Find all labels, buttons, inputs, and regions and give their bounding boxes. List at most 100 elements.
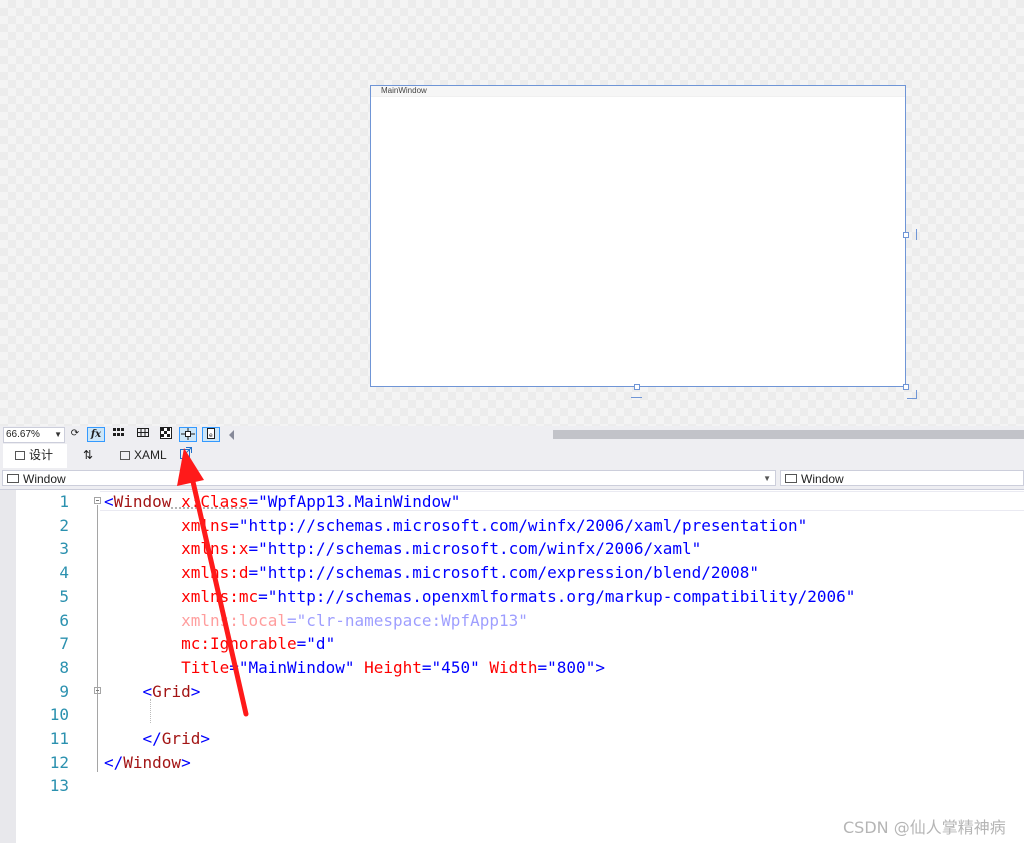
line-number: 12 bbox=[49, 752, 69, 772]
line-number: 3 bbox=[59, 539, 69, 559]
code-token: Window bbox=[123, 752, 182, 772]
code-line[interactable]: 12 </Window> bbox=[0, 751, 1024, 775]
code-token: mc:Ignorable bbox=[104, 634, 297, 654]
code-line[interactable]: 11 </Grid> bbox=[0, 727, 1024, 751]
code-token: = bbox=[537, 657, 548, 677]
code-line[interactable]: 2 xmlns="http://schemas.microsoft.com/wi… bbox=[0, 514, 1024, 538]
element-selector-right[interactable]: Window bbox=[780, 470, 1024, 486]
collapse-icon[interactable] bbox=[94, 686, 101, 694]
code-text: <Window x:Class="WpfApp13.MainWindow" bbox=[104, 490, 460, 514]
code-line[interactable]: 13 bbox=[0, 774, 1024, 798]
line-number: 7 bbox=[59, 634, 69, 654]
code-token: > bbox=[595, 657, 605, 677]
size-guide-corner bbox=[907, 390, 917, 399]
line-number: 8 bbox=[59, 657, 69, 677]
code-token: "clr-namespace:WpfApp13" bbox=[296, 610, 528, 630]
size-guide-horizontal bbox=[631, 397, 642, 398]
code-token: x:Class bbox=[171, 492, 249, 511]
tab-xaml[interactable]: XAML bbox=[118, 444, 167, 468]
code-token: Grid bbox=[152, 681, 191, 701]
design-window-title: MainWindow bbox=[371, 86, 905, 97]
resize-handle-bottom[interactable] bbox=[634, 384, 640, 390]
code-token: Window bbox=[113, 492, 172, 511]
code-text: mc:Ignorable="d" bbox=[104, 632, 335, 656]
code-token: = bbox=[421, 657, 432, 677]
element-selector-left[interactable]: Window ▼ bbox=[2, 470, 776, 486]
refresh-icon[interactable]: ⟳ bbox=[66, 427, 84, 442]
code-token: "WpfApp13.MainWindow" bbox=[258, 492, 461, 511]
code-line[interactable]: 8 Title="MainWindow" Height="450" Width=… bbox=[0, 656, 1024, 680]
popout-xaml-icon[interactable] bbox=[179, 444, 193, 468]
chevron-down-icon: ▼ bbox=[54, 430, 62, 439]
code-token: Grid bbox=[161, 729, 201, 748]
zoom-select[interactable]: 66.67% ▼ bbox=[3, 427, 65, 443]
snap-to-grid-icon[interactable] bbox=[134, 427, 152, 442]
code-token: "http://schemas.microsoft.com/expression… bbox=[258, 563, 760, 583]
line-number: 11 bbox=[49, 729, 69, 748]
grid-icon[interactable] bbox=[110, 427, 128, 442]
code-line[interactable]: 9 <Grid> bbox=[0, 680, 1024, 704]
code-token: > bbox=[190, 681, 201, 701]
code-token: </ bbox=[104, 752, 124, 772]
code-token: "http://schemas.microsoft.com/winfx/2006… bbox=[258, 539, 702, 559]
resize-handle-right[interactable] bbox=[903, 232, 909, 238]
line-number: 4 bbox=[59, 563, 69, 583]
code-token: = bbox=[229, 657, 239, 677]
designer-canvas[interactable]: MainWindow bbox=[0, 0, 1024, 426]
code-line[interactable]: 5 xmlns:mc="http://schemas.openxmlformat… bbox=[0, 585, 1024, 609]
code-token: xmlns:d bbox=[104, 563, 249, 583]
code-text: xmlns:d="http://schemas.microsoft.com/ex… bbox=[104, 561, 759, 585]
svg-text:e: e bbox=[209, 432, 213, 439]
code-token: = bbox=[248, 492, 259, 511]
code-token: Title bbox=[104, 657, 230, 677]
snap-to-snaplines-icon[interactable] bbox=[179, 427, 197, 442]
line-number: 1 bbox=[59, 492, 69, 511]
code-line[interactable]: 1 <Window x:Class="WpfApp13.MainWindow" bbox=[0, 490, 1024, 514]
code-token: xmlns:local bbox=[104, 610, 288, 630]
code-token: = bbox=[229, 515, 239, 535]
code-text: </Window> bbox=[104, 751, 191, 775]
code-text: <Grid> bbox=[104, 680, 201, 704]
code-token: "d" bbox=[306, 634, 336, 654]
tab-design[interactable]: 设计 bbox=[3, 444, 67, 468]
code-token: = bbox=[248, 563, 259, 583]
scroll-left-arrow[interactable] bbox=[229, 430, 234, 440]
code-text: </Grid> bbox=[104, 727, 210, 751]
element-navigation-bar: Window ▼ Window bbox=[0, 468, 1024, 490]
line-number: 10 bbox=[49, 705, 69, 725]
code-token: </ bbox=[104, 729, 162, 748]
code-token: "800" bbox=[547, 657, 596, 677]
checkerboard-icon[interactable] bbox=[157, 427, 175, 442]
effects-toggle-button[interactable]: fx bbox=[87, 427, 105, 442]
code-text: xmlns:local="clr-namespace:WpfApp13" bbox=[104, 609, 528, 633]
code-line[interactable]: 7 mc:Ignorable="d" bbox=[0, 632, 1024, 656]
chevron-down-icon: ▼ bbox=[763, 474, 771, 483]
code-token: = bbox=[296, 634, 307, 654]
horizontal-scrollbar[interactable] bbox=[553, 430, 1024, 439]
line-number: 9 bbox=[59, 681, 69, 701]
size-guide-vertical bbox=[916, 229, 917, 240]
code-token: xmlns bbox=[104, 515, 230, 535]
xaml-code-editor[interactable]: 1 <Window x:Class="WpfApp13.MainWindow" 2 … bbox=[0, 490, 1024, 843]
code-text: xmlns:x="http://schemas.microsoft.com/wi… bbox=[104, 537, 701, 561]
code-token: = bbox=[248, 539, 259, 559]
code-line[interactable]: 3 xmlns:x="http://schemas.microsoft.com/… bbox=[0, 537, 1024, 561]
project-code-icon[interactable]: e bbox=[202, 427, 220, 442]
collapse-icon[interactable] bbox=[94, 497, 101, 504]
code-line[interactable]: 6 xmlns:local="clr-namespace:WpfApp13" bbox=[0, 609, 1024, 633]
code-token: xmlns:mc bbox=[104, 586, 259, 606]
code-text: xmlns="http://schemas.microsoft.com/winf… bbox=[104, 514, 807, 538]
swap-panes-icon[interactable]: ⇅ bbox=[80, 444, 96, 468]
code-line[interactable]: 10 bbox=[0, 703, 1024, 727]
xaml-view-icon bbox=[120, 451, 130, 460]
line-number: 2 bbox=[59, 515, 69, 535]
code-text: Title="MainWindow" Height="450" Width="8… bbox=[104, 656, 605, 680]
line-number: 13 bbox=[49, 776, 69, 796]
line-number: 5 bbox=[59, 586, 69, 606]
code-token: = bbox=[287, 610, 297, 630]
code-line[interactable]: 4 xmlns:d="http://schemas.microsoft.com/… bbox=[0, 561, 1024, 585]
watermark-text: CSDN @仙人掌精神病 bbox=[843, 818, 1006, 837]
code-token: < bbox=[104, 492, 114, 511]
code-token: "http://schemas.openxmlformats.org/marku… bbox=[267, 586, 856, 606]
design-window-preview[interactable]: MainWindow bbox=[370, 85, 906, 387]
